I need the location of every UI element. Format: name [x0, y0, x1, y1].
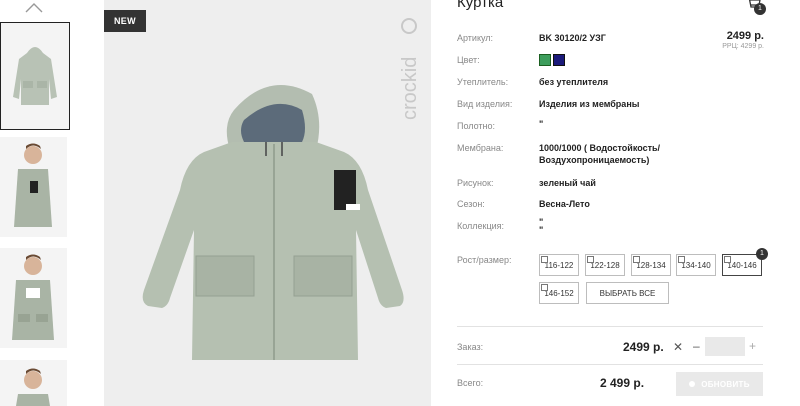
field-value-season: Весна-Лето	[539, 199, 590, 209]
thumbnail-2[interactable]	[0, 137, 67, 237]
size-checkbox[interactable]	[678, 256, 685, 263]
product-info-panel: Куртка 1 2499 р. РРЦ: 4299 р. Артикул: B…	[457, 0, 768, 406]
thumbnail-1[interactable]	[0, 22, 70, 130]
color-swatch-green[interactable]	[539, 54, 551, 66]
size-label: Рост/размер:	[457, 255, 512, 265]
size-option-122-128[interactable]: 122-128	[585, 254, 625, 276]
product-price: 2499 р.	[726, 30, 764, 42]
field-label-pattern: Рисунок:	[457, 178, 494, 188]
thumbnail-column	[0, 0, 75, 406]
size-checkbox[interactable]	[724, 256, 731, 263]
update-icon	[689, 381, 696, 387]
field-label-collection: Коллекция:	[457, 221, 505, 231]
size-option-134-140[interactable]: 134-140	[676, 254, 716, 276]
divider	[457, 326, 763, 327]
color-swatch-navy[interactable]	[553, 54, 565, 66]
product-title: Куртка	[457, 0, 504, 11]
field-value-article: BK 30120/2 УЗГ	[539, 33, 606, 43]
field-label-type: Вид изделия:	[457, 99, 513, 109]
field-value-insulation: без утеплителя	[539, 77, 609, 87]
quantity-minus-button[interactable]: –	[693, 339, 700, 353]
select-all-sizes-button[interactable]: ВЫБРАТЬ ВСЕ	[586, 282, 669, 304]
field-label-fabric: Полотно:	[457, 121, 496, 131]
size-checkbox[interactable]	[541, 284, 548, 291]
field-label-membrane: Мембрана:	[457, 143, 504, 153]
chevron-up-icon[interactable]	[24, 2, 44, 14]
quantity-input[interactable]	[705, 337, 745, 356]
size-option-116-122[interactable]: 116-122	[539, 254, 579, 276]
size-option-146-152[interactable]: 146-152	[539, 282, 579, 304]
remove-x-icon[interactable]: ✕	[673, 340, 683, 354]
size-checkbox[interactable]	[541, 256, 548, 263]
jacket-image	[142, 85, 404, 360]
main-product-image[interactable]: NEW crockid	[104, 0, 431, 406]
field-label-insulation: Утеплитель:	[457, 77, 509, 87]
total-price: 2 499 р.	[600, 376, 645, 390]
field-value-fabric: "	[539, 119, 544, 129]
update-button[interactable]: ОБНОВИТЬ	[676, 372, 763, 396]
order-price: 2499 р.	[623, 340, 664, 354]
cart-count-badge: 1	[754, 3, 766, 15]
new-badge: NEW	[104, 10, 146, 32]
field-value-membrane-line1: 1000/1000 ( Водостойкость/	[539, 143, 661, 153]
field-value-membrane-line2: Воздухопроницаемость)	[539, 155, 650, 165]
size-count-badge: 1	[756, 248, 768, 260]
rrp-price: РРЦ: 4299 р.	[722, 43, 764, 50]
order-label: Заказ:	[457, 342, 484, 352]
size-option-128-134[interactable]: 128-134	[631, 254, 671, 276]
divider	[457, 364, 763, 365]
size-checkbox[interactable]	[587, 256, 594, 263]
field-label-season: Сезон:	[457, 199, 485, 209]
thumbnail-3[interactable]	[0, 248, 67, 348]
thumbnail-4[interactable]	[0, 360, 67, 406]
size-checkbox[interactable]	[633, 256, 640, 263]
field-label-article: Артикул:	[457, 33, 494, 43]
quantity-plus-button[interactable]: +	[749, 339, 756, 353]
field-value-collection-line2: "	[539, 225, 544, 235]
field-value-type: Изделия из мембраны	[539, 99, 640, 109]
field-label-color: Цвет:	[457, 55, 480, 65]
field-value-pattern: зеленый чай	[539, 178, 596, 188]
total-label: Всего:	[457, 378, 484, 388]
